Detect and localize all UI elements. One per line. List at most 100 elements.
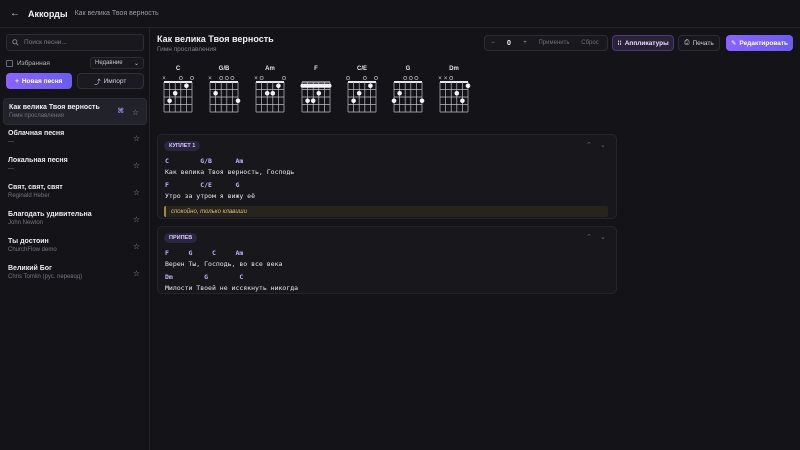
open-string-mark xyxy=(414,76,419,80)
chevron-up-icon[interactable]: ⌃ xyxy=(586,141,592,149)
lyric-line: Утро за утром я вижу её xyxy=(165,192,256,200)
muted-string-mark: × xyxy=(254,76,258,82)
chord-diagram-name: Am xyxy=(265,66,275,72)
fretboard xyxy=(300,81,332,113)
song-subtitle: Гимн прославления xyxy=(157,46,217,53)
open-string-mark xyxy=(403,76,408,80)
star-icon[interactable]: ☆ xyxy=(133,134,140,143)
chevron-down-icon[interactable]: ⌄ xyxy=(600,233,606,241)
chord-diagram-name: G/B xyxy=(218,66,230,72)
chord-diagram-name: Dm xyxy=(449,66,459,72)
muted-string-mark: × xyxy=(438,76,442,82)
song-item-subtitle: ChurchFlow demo xyxy=(8,247,57,253)
import-label: Импорт xyxy=(103,77,127,85)
song-list-item[interactable]: Свят, свят, свят Reginald Heber ☆ xyxy=(3,179,147,206)
open-string-mark xyxy=(259,76,264,80)
finger-dot xyxy=(465,83,471,89)
song-item-subtitle: Reginald Heber xyxy=(8,193,50,199)
song-item-title: Облачная песня xyxy=(8,130,65,137)
finger-dot xyxy=(454,90,460,96)
performance-note: спокойно, только клавиши xyxy=(164,206,608,217)
song-item-title: Ты достоин xyxy=(8,238,49,245)
top-bar: ← Аккорды Как велика Твоя верность xyxy=(0,0,800,28)
filter-row: Избранная Недавние ⌄ xyxy=(6,57,144,69)
song-list-item[interactable]: Благодать удивительна John Newton ☆ xyxy=(3,206,147,233)
transpose-up-button[interactable]: + xyxy=(517,40,533,46)
new-song-button[interactable]: + Новая песня xyxy=(6,73,72,89)
finger-dot xyxy=(167,98,172,104)
fretboard: × xyxy=(208,76,241,113)
sidebar: Избранная Недавние ⌄ + Новая песня ⤴ Имп… xyxy=(0,28,150,450)
song-list-item[interactable]: Как велика Твоя верность Гимн прославлени… xyxy=(3,98,147,125)
open-string-mark xyxy=(219,76,224,80)
song-list: Как велика Твоя верность Гимн прославлени… xyxy=(3,98,147,287)
star-icon[interactable]: ☆ xyxy=(133,242,140,251)
breadcrumb: Как велика Твоя верность xyxy=(74,10,159,17)
transpose-value: 0 xyxy=(507,39,511,47)
chord-diagram-name: C xyxy=(175,66,181,72)
open-string-mark xyxy=(230,76,235,80)
star-icon[interactable]: ☆ xyxy=(133,188,140,197)
chord-line: Dm G C xyxy=(165,273,244,281)
section-label: ПРИПЕВ xyxy=(164,233,198,243)
search-icon xyxy=(12,39,19,46)
fretboard: × × xyxy=(438,76,471,113)
import-button[interactable]: ⤴ Импорт xyxy=(76,73,144,89)
transpose-down-button[interactable]: − xyxy=(485,40,501,46)
finger-dot xyxy=(270,90,276,96)
sort-select[interactable]: Недавние ⌄ xyxy=(90,57,144,69)
star-icon[interactable]: ☆ xyxy=(133,215,140,224)
print-button[interactable]: ⎙ Печать xyxy=(678,35,720,51)
chord-diagram-name: F xyxy=(314,66,318,72)
star-icon[interactable]: ☆ xyxy=(133,161,140,170)
section-label: КУПЛЕТ 1 xyxy=(164,141,201,151)
finger-dot xyxy=(391,98,397,104)
song-list-item[interactable]: Великий Бог Chris Tomlin (рус. перевод) ☆ xyxy=(3,260,147,287)
fretboard: × xyxy=(162,76,194,113)
open-string-mark xyxy=(374,76,378,80)
edit-button[interactable]: ✎ Редактировать xyxy=(726,35,793,51)
finger-dot xyxy=(419,98,425,104)
apply-button[interactable]: Применить xyxy=(533,40,575,46)
lyric-line: Как велика Твоя верность, Господь xyxy=(165,168,295,176)
chevron-down-icon[interactable]: ⌄ xyxy=(600,141,606,149)
finger-dot xyxy=(310,98,316,104)
search-box xyxy=(6,34,144,51)
song-list-item[interactable]: Облачная песня — ☆ xyxy=(3,125,147,152)
song-item-title: Благодать удивительна xyxy=(8,211,92,218)
chord-diagram-name: G xyxy=(405,66,411,72)
chord-diagram: Dm × × xyxy=(434,66,474,126)
lyric-line: Верен Ты, Господь, во все века xyxy=(165,260,283,268)
finger-dot xyxy=(356,90,362,96)
open-string-mark xyxy=(190,76,194,80)
main-panel: Как велика Твоя верность Гимн прославлен… xyxy=(150,28,800,450)
muted-string-mark: × xyxy=(443,76,447,82)
edit-label: Редактировать xyxy=(739,39,789,47)
star-icon[interactable]: ☆ xyxy=(132,108,139,117)
search-input[interactable] xyxy=(24,39,134,46)
fingering-button[interactable]: ⁞⁞ Аппликатуры xyxy=(612,35,674,51)
song-list-item[interactable]: Ты достоин ChurchFlow demo ☆ xyxy=(3,233,147,260)
chord-diagram: Am × xyxy=(250,66,290,126)
favorites-checkbox[interactable] xyxy=(6,59,13,67)
chord-line: C G/B Am xyxy=(165,157,244,165)
chevron-up-icon[interactable]: ⌃ xyxy=(586,233,592,241)
bars-icon: ⁞⁞ xyxy=(617,39,622,47)
finger-dot xyxy=(235,98,241,104)
reset-button[interactable]: Сброс xyxy=(575,40,605,46)
fretboard xyxy=(346,76,378,113)
printer-icon: ⎙ xyxy=(684,39,690,46)
favorites-label: Избранная xyxy=(17,59,50,67)
open-string-mark xyxy=(408,76,413,80)
pencil-icon: ✎ xyxy=(730,40,737,47)
chord-diagram-name: C/E xyxy=(356,66,367,72)
song-item-subtitle: — xyxy=(8,139,14,145)
star-icon[interactable]: ☆ xyxy=(133,269,140,278)
open-string-mark xyxy=(346,76,350,80)
hash-icon: ⌘ xyxy=(117,108,125,115)
song-list-item[interactable]: Локальная песня — ☆ xyxy=(3,152,147,179)
finger-dot xyxy=(316,90,322,96)
print-label: Печать xyxy=(692,39,714,47)
back-arrow-icon[interactable]: ← xyxy=(10,8,22,19)
open-string-mark xyxy=(224,76,229,80)
